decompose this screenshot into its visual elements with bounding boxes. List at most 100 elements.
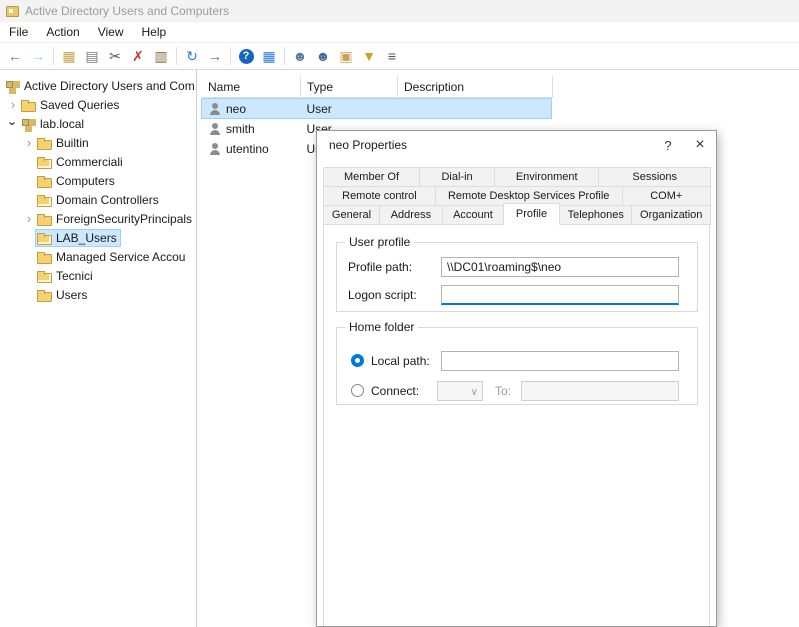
chevron-right-icon[interactable]: [22, 211, 36, 226]
row-type: User: [300, 102, 396, 116]
add-ou-icon[interactable]: ▣: [335, 45, 357, 67]
properties-icon[interactable]: ▦: [258, 45, 280, 67]
back-icon[interactable]: ←: [4, 45, 26, 67]
menu-action[interactable]: Action: [37, 22, 88, 42]
menu-file[interactable]: File: [0, 22, 37, 42]
tree-item-label: Saved Queries: [37, 98, 122, 112]
tab-member-of[interactable]: Member Of: [323, 167, 420, 187]
tab-general[interactable]: General: [323, 205, 380, 225]
folder-icon: [36, 173, 53, 189]
tab-com-plus[interactable]: COM+: [622, 186, 711, 206]
toolbar: ← → ▦ ▤ ✂ ✗ ▥ ↻ → ? ▦ ☻ ☻ ▣ ▼ ≡: [0, 43, 799, 70]
show-console-tree-icon[interactable]: ▦: [58, 45, 80, 67]
tree-item-label: ForeignSecurityPrincipals: [53, 212, 195, 226]
filter-icon[interactable]: ▼: [358, 45, 380, 67]
tree-item-root[interactable]: Active Directory Users and Com: [0, 76, 196, 95]
column-header-type[interactable]: Type: [301, 76, 398, 97]
selected-tree-item[interactable]: LAB_Users: [36, 230, 120, 246]
tree-item-users[interactable]: Users: [0, 285, 196, 304]
domain-icon: [20, 116, 37, 132]
export-list-icon[interactable]: ▤: [81, 45, 103, 67]
group-title: User profile: [345, 235, 414, 249]
column-header-name[interactable]: Name: [202, 76, 301, 97]
local-path-input[interactable]: [441, 351, 679, 371]
menu-bar: File Action View Help: [0, 22, 799, 43]
tab-account[interactable]: Account: [442, 205, 504, 225]
to-label: To:: [495, 383, 511, 399]
row-name: utentino: [226, 142, 269, 156]
tree-item-computers[interactable]: Computers: [0, 171, 196, 190]
app-icon: [6, 6, 19, 17]
aduc-root-icon: [4, 78, 21, 94]
user-icon: [208, 102, 222, 116]
tree-item-label: Computers: [53, 174, 118, 188]
window-title: Active Directory Users and Computers: [25, 4, 229, 18]
toolbar-separator: [176, 47, 177, 65]
tree-item-label: Commerciali: [53, 155, 126, 169]
tree-item-tecnici[interactable]: Tecnici: [0, 266, 196, 285]
tree-item-label: Managed Service Accou: [53, 250, 188, 264]
profile-path-input[interactable]: [441, 257, 679, 277]
folder-icon: [36, 249, 53, 265]
delete-icon[interactable]: ✗: [127, 45, 149, 67]
logon-script-label: Logon script:: [348, 285, 417, 305]
tab-environment[interactable]: Environment: [494, 167, 599, 187]
tree-item-label: Tecnici: [53, 269, 96, 283]
tab-telephones[interactable]: Telephones: [559, 205, 632, 225]
user-profile-group: User profile Profile path: Logon script:: [336, 242, 698, 312]
tree-item-lab-local[interactable]: lab.local: [0, 114, 196, 133]
tree-item-builtin[interactable]: Builtin: [0, 133, 196, 152]
tab-address[interactable]: Address: [379, 205, 443, 225]
dialog-help-button[interactable]: ?: [652, 131, 684, 159]
forward-icon[interactable]: →: [27, 45, 49, 67]
logon-script-input[interactable]: [441, 285, 679, 305]
tab-profile[interactable]: Profile: [503, 203, 560, 225]
menu-help[interactable]: Help: [133, 22, 176, 42]
close-icon[interactable]: ×: [684, 131, 716, 159]
export-icon[interactable]: →: [204, 45, 226, 67]
tree-item-commerciali[interactable]: Commerciali: [0, 152, 196, 171]
tree-item-managed-service-accounts[interactable]: Managed Service Accou: [0, 247, 196, 266]
paste-icon[interactable]: ▥: [150, 45, 172, 67]
local-path-radio[interactable]: [351, 354, 364, 367]
folder-icon: [36, 211, 53, 227]
chevron-down-icon[interactable]: [6, 116, 20, 131]
dialog-title-bar: neo Properties ? ×: [317, 131, 716, 159]
connect-radio[interactable]: [351, 384, 364, 397]
list-icon[interactable]: ≡: [381, 45, 403, 67]
ou-folder-icon: [36, 230, 53, 246]
tree-item-domain-controllers[interactable]: Domain Controllers: [0, 190, 196, 209]
add-group-icon[interactable]: ☻: [312, 45, 334, 67]
column-header-description[interactable]: Description: [398, 76, 553, 97]
folder-icon: [36, 135, 53, 151]
tree-item-foreign-security-principals[interactable]: ForeignSecurityPrincipals: [0, 209, 196, 228]
connect-to-input[interactable]: [521, 381, 679, 401]
cut-icon[interactable]: ✂: [104, 45, 126, 67]
drive-letter-select[interactable]: [437, 381, 483, 401]
user-icon: [208, 122, 222, 136]
console-tree: Active Directory Users and Com Saved Que…: [0, 70, 197, 627]
tab-dial-in[interactable]: Dial-in: [419, 167, 495, 187]
refresh-icon[interactable]: ↻: [181, 45, 203, 67]
menu-view[interactable]: View: [89, 22, 133, 42]
table-row[interactable]: neo User: [202, 99, 551, 118]
tree-item-label: LAB_Users: [53, 231, 120, 245]
add-user-icon[interactable]: ☻: [289, 45, 311, 67]
profile-path-label: Profile path:: [348, 257, 412, 277]
ou-folder-icon: [36, 192, 53, 208]
tab-strip: Member Of Dial-in Environment Sessions R…: [323, 167, 710, 224]
tree-item-lab-users[interactable]: LAB_Users: [0, 228, 196, 247]
tab-organization[interactable]: Organization: [631, 205, 711, 225]
tree-item-label: lab.local: [37, 117, 87, 131]
tree-item-label: Active Directory Users and Com: [21, 79, 197, 93]
dialog-title: neo Properties: [329, 138, 652, 152]
chevron-right-icon[interactable]: [22, 135, 36, 150]
tab-sessions[interactable]: Sessions: [598, 167, 711, 187]
tree-item-saved-queries[interactable]: Saved Queries: [0, 95, 196, 114]
help-icon[interactable]: ?: [235, 45, 257, 67]
user-icon: [208, 142, 222, 156]
tab-remote-control[interactable]: Remote control: [323, 186, 436, 206]
ou-folder-icon: [36, 154, 53, 170]
toolbar-separator: [284, 47, 285, 65]
chevron-right-icon[interactable]: [6, 97, 20, 112]
